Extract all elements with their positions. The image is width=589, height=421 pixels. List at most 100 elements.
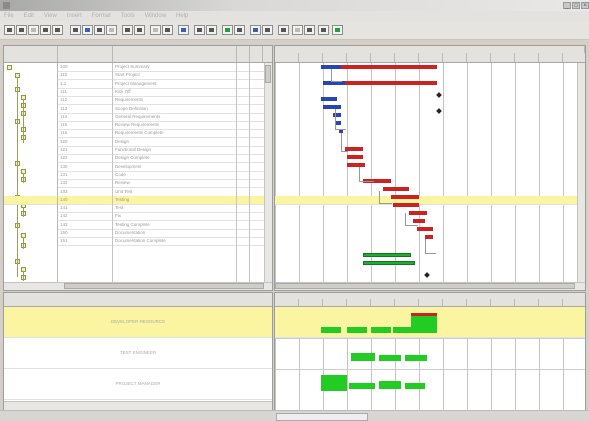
task-grid: 100 Project Summary 110 Start Project 1.1 Pro… (3, 45, 273, 291)
menu-format[interactable]: Format (92, 11, 111, 21)
save-button[interactable] (206, 25, 217, 35)
task-id: 132 (60, 180, 68, 186)
gantt-task-bar[interactable] (341, 65, 437, 69)
timescale-cell (419, 53, 443, 62)
menu-window[interactable]: Window (145, 11, 166, 21)
grid-vertical-scrollbar[interactable] (264, 63, 272, 282)
filter-button[interactable] (106, 25, 117, 35)
gantt-task-bar[interactable] (391, 195, 419, 199)
close-button[interactable]: × (581, 2, 589, 9)
menu-edit[interactable]: Edit (24, 11, 34, 21)
sort-button[interactable] (332, 25, 343, 35)
save-button[interactable] (4, 25, 15, 35)
gantt-gridline (443, 63, 444, 283)
gantt-button[interactable] (292, 25, 303, 35)
gantt-task-bar[interactable] (417, 227, 433, 231)
resource-column-header[interactable] (4, 293, 272, 306)
calendar-button[interactable] (94, 25, 105, 35)
task-id: 130 (60, 163, 68, 169)
gantt-vertical-scrollbar[interactable] (577, 63, 585, 282)
tree-expand-icon[interactable] (7, 65, 12, 70)
window-title (14, 1, 234, 9)
milestone-marker[interactable] (424, 272, 430, 278)
resource-button[interactable] (150, 25, 161, 35)
status-column-header[interactable] (250, 46, 263, 62)
menu-tools[interactable]: Tools (121, 11, 135, 21)
task-name: Scope Definition (115, 105, 148, 111)
sort-button[interactable] (122, 25, 133, 35)
menu-insert[interactable]: Insert (67, 11, 82, 21)
scroll-thumb[interactable] (265, 65, 271, 83)
dependency-link (335, 109, 346, 130)
font-button[interactable] (28, 25, 39, 35)
scroll-thumb[interactable] (64, 283, 264, 289)
menu-help[interactable]: Help (176, 11, 188, 21)
link-button[interactable] (70, 25, 81, 35)
print-button[interactable] (16, 25, 27, 35)
task-button[interactable] (134, 25, 145, 35)
task-name: Project Summary (115, 64, 150, 69)
resource-row[interactable]: PROJECT MANAGER (4, 369, 272, 400)
task-name: Fix (115, 213, 121, 219)
task-id: 131 (60, 171, 68, 177)
histogram-bar (411, 315, 437, 333)
menu-view[interactable]: View (44, 11, 57, 21)
filter-button[interactable] (318, 25, 329, 35)
gantt-gridline (467, 63, 468, 283)
task-status (251, 154, 263, 162)
help-button[interactable] (194, 25, 205, 35)
calendar-button[interactable] (304, 25, 315, 35)
grid-horizontal-scrollbar[interactable] (4, 282, 272, 290)
zoom-button[interactable] (52, 25, 63, 35)
grid-header (4, 46, 272, 63)
gantt-horizontal-scrollbar[interactable] (275, 282, 585, 290)
minimize-button[interactable]: _ (563, 2, 571, 9)
gantt-task-bar[interactable] (321, 97, 337, 101)
chart-button[interactable] (162, 25, 173, 35)
resource-row[interactable]: DEVELOPER RESOURCE (4, 307, 272, 338)
grid-button[interactable] (178, 25, 189, 35)
duration-column-header[interactable] (237, 46, 250, 62)
indent-button[interactable] (40, 25, 51, 35)
timescale-cell (371, 299, 395, 306)
histogram-timescale (275, 293, 585, 307)
name-column-header[interactable] (113, 46, 237, 62)
id-column-header[interactable] (58, 46, 113, 62)
gantt-task-bar[interactable] (347, 155, 363, 159)
dependency-link (331, 69, 342, 82)
gantt-task-bar[interactable] (363, 261, 415, 265)
gantt-row-highlight (275, 195, 578, 205)
link-button[interactable] (278, 25, 289, 35)
gantt-task-bar[interactable] (345, 81, 437, 85)
dependency-link (359, 167, 374, 182)
resource-row[interactable]: TEST ENGINEER (4, 338, 272, 369)
gantt-task-bar[interactable] (393, 203, 419, 207)
sort-icon (335, 28, 340, 32)
task-status (251, 221, 263, 229)
timescale-cell (491, 53, 515, 62)
indent-icon (43, 28, 48, 32)
outline-row-highlight (4, 195, 57, 205)
zoom-button[interactable] (262, 25, 273, 35)
gantt-button[interactable] (82, 25, 93, 35)
histogram-bar (393, 327, 411, 333)
timescale-cell (395, 299, 419, 306)
milestone-marker[interactable] (436, 108, 442, 114)
filter-icon (109, 28, 114, 32)
font-button[interactable] (234, 25, 245, 35)
task-id: 122 (60, 155, 68, 161)
task-name: Project Management (115, 80, 157, 86)
task-name: Design (115, 138, 130, 144)
outline-tree (4, 63, 58, 289)
print-icon (225, 28, 230, 32)
print-button[interactable] (222, 25, 233, 35)
scroll-thumb[interactable] (275, 283, 575, 289)
indent-button[interactable] (250, 25, 261, 35)
menu-file[interactable]: File (4, 11, 14, 21)
maximize-button[interactable]: □ (572, 2, 580, 9)
tree-connector (23, 271, 24, 281)
table-row[interactable]: 151 Documentation Complete (58, 237, 265, 247)
outline-column-header[interactable] (4, 46, 58, 62)
milestone-marker[interactable] (436, 92, 442, 98)
gantt-task-bar[interactable] (363, 253, 411, 257)
